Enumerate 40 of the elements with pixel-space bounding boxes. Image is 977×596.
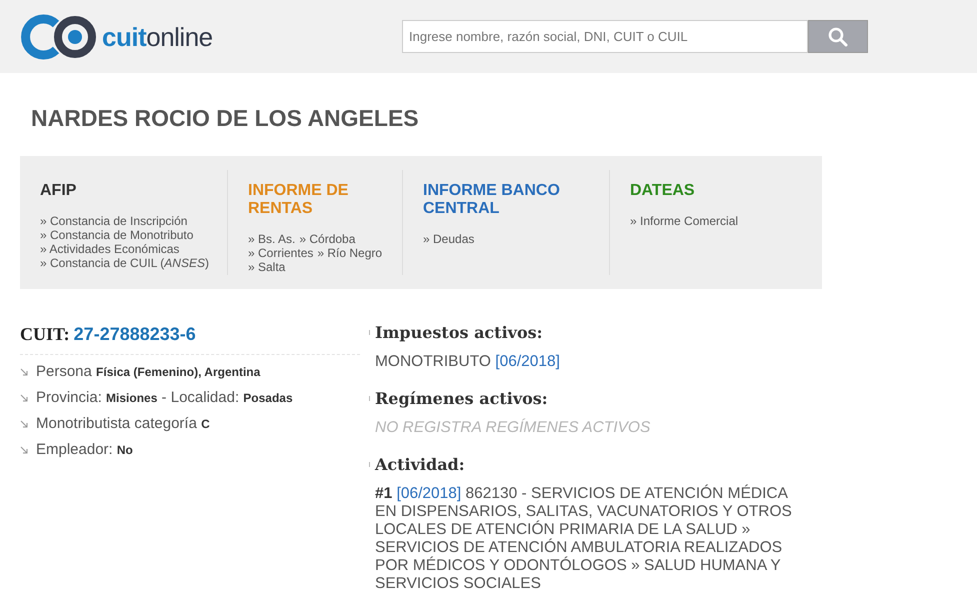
logo-icon xyxy=(20,14,98,60)
report-heading: INFORME BANCO CENTRAL xyxy=(423,182,561,218)
tick-icon xyxy=(369,396,371,401)
report-heading: AFIP xyxy=(40,182,78,200)
section-heading: Regímenes activos: xyxy=(375,388,548,410)
report-link[interactable]: » Constancia de CUIL (ANSES) xyxy=(40,256,209,270)
report-heading: DATEAS xyxy=(630,182,696,200)
cuit-number: 27-27888233-6 xyxy=(74,322,196,346)
search-icon xyxy=(828,26,848,46)
report-link[interactable]: » Salta xyxy=(248,260,286,274)
search-field[interactable]: Ingrese nombre, razón social, DNI, CUIT o CUIL xyxy=(402,20,808,53)
fact-text: Persona Física (Femenino), Argentina xyxy=(36,362,260,380)
fact-text: Empleador: No xyxy=(36,440,133,458)
tick-icon xyxy=(369,330,371,335)
fact-text: Monotributista categoría C xyxy=(36,414,210,432)
report-link[interactable]: » Córdoba xyxy=(299,232,356,246)
report-link[interactable]: » Informe Comercial xyxy=(630,214,738,228)
report-link[interactable]: » Constancia de Monotributo xyxy=(40,228,194,242)
cuit-label: CUIT: xyxy=(20,322,70,346)
report-link[interactable]: » Corrientes xyxy=(248,246,314,260)
logo-text[interactable]: cuitonline xyxy=(102,24,213,50)
tick-icon xyxy=(369,462,371,467)
section-text: #1 [06/2018] 862130 - SERVICIOS DE ATENCIÓN MÉDICA EN DISPENSARIOS, SALITAS, VACUNATORIOS Y OTROS LOCALES DE ATENCIÓN PRIMARIA DE LA SALUD » SERVICIOS DE ATENCIÓN AMBULATORIA REALIZADOS POR MÉDICOS Y ODONTÓLOGOS » SALUD HUMANA Y SERVICIOS SOCIALES xyxy=(375,484,793,592)
report-link[interactable]: » Actividades Económicas xyxy=(40,242,180,256)
report-link[interactable]: » Bs. As. xyxy=(248,232,296,246)
arrow-icon xyxy=(20,420,28,428)
report-link[interactable]: » Constancia de Inscripción xyxy=(40,214,188,228)
report-link[interactable]: » Río Negro xyxy=(317,246,382,260)
section-text: MONOTRIBUTO [06/2018] xyxy=(375,352,561,370)
arrow-icon xyxy=(20,368,28,376)
search-button[interactable] xyxy=(808,20,868,53)
arrow-icon xyxy=(20,446,28,454)
section-text: NO REGISTRA REGÍMENES ACTIVOS xyxy=(375,418,652,436)
arrow-icon xyxy=(20,394,28,402)
report-heading: INFORME DE RENTAS xyxy=(248,182,350,218)
report-link[interactable]: » Deudas xyxy=(423,232,474,246)
section-heading: Actividad: xyxy=(375,454,465,476)
page-title: NARDES ROCIO DE LOS ANGELES xyxy=(31,104,420,133)
fact-text: Provincia: Misiones - Localidad: Posadas xyxy=(36,388,293,406)
section-heading: Impuestos activos: xyxy=(375,322,543,344)
